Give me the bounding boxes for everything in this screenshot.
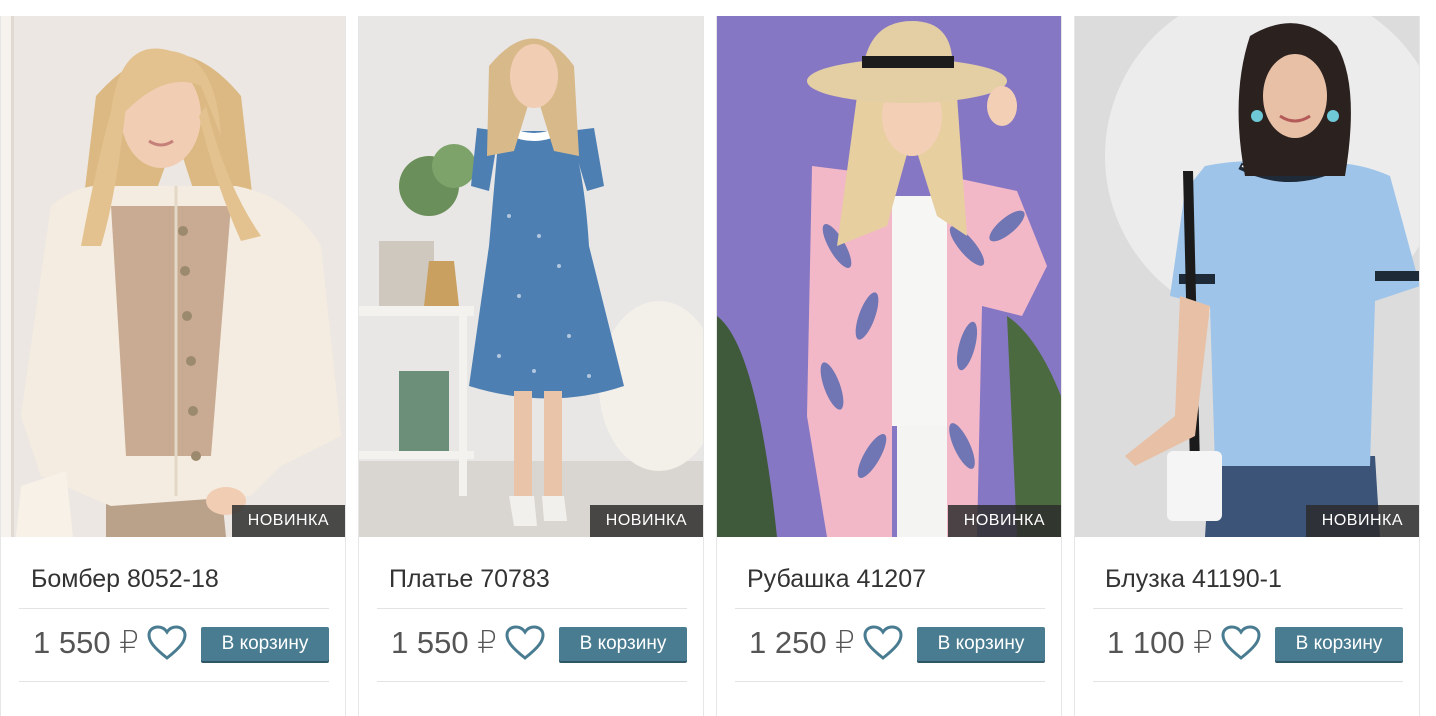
heart-outline-icon[interactable] [863,625,903,661]
product-card[interactable]: НОВИНКА Блузка 41190-1 1 100 ₽ В корзину [1074,16,1420,716]
add-to-cart-button[interactable]: В корзину [559,627,687,661]
new-badge: НОВИНКА [231,505,345,537]
product-price: 1 250 ₽ [749,625,855,660]
add-to-cart-button[interactable]: В корзину [201,627,329,661]
product-photo[interactable]: НОВИНКА [1,16,345,537]
add-to-cart-button[interactable]: В корзину [917,627,1045,661]
product-photo-illustration [359,16,703,537]
buy-row: 1 250 ₽ В корзину [735,609,1045,682]
product-card[interactable]: НОВИНКА Бомбер 8052-18 1 550 ₽ В корзину [0,16,346,716]
product-info: Бомбер 8052-18 1 550 ₽ В корзину [1,537,345,682]
new-badge: НОВИНКА [589,505,703,537]
heart-outline-icon[interactable] [147,625,187,661]
product-photo[interactable]: НОВИНКА [717,16,1061,537]
heart-outline-icon[interactable] [1221,625,1261,661]
add-to-cart-button[interactable]: В корзину [1275,627,1403,661]
product-title[interactable]: Бомбер 8052-18 [19,537,329,609]
product-photo[interactable]: НОВИНКА [1075,16,1419,537]
product-photo-illustration [1075,16,1419,537]
product-info: Рубашка 41207 1 250 ₽ В корзину [717,537,1061,682]
new-badge: НОВИНКА [947,505,1061,537]
product-info: Платье 70783 1 550 ₽ В корзину [359,537,703,682]
product-price: 1 550 ₽ [33,625,139,660]
product-title[interactable]: Рубашка 41207 [735,537,1045,609]
buy-row: 1 550 ₽ В корзину [19,609,329,682]
buy-row: 1 100 ₽ В корзину [1093,609,1403,682]
product-photo-illustration [1,16,345,537]
product-price: 1 100 ₽ [1107,625,1213,660]
product-card[interactable]: НОВИНКА Платье 70783 1 550 ₽ В корзину [358,16,704,716]
product-info: Блузка 41190-1 1 100 ₽ В корзину [1075,537,1419,682]
new-badge: НОВИНКА [1305,505,1419,537]
product-card[interactable]: НОВИНКА Рубашка 41207 1 250 ₽ В корзину [716,16,1062,716]
product-price: 1 550 ₽ [391,625,497,660]
product-title[interactable]: Платье 70783 [377,537,687,609]
product-photo-illustration [717,16,1061,537]
buy-row: 1 550 ₽ В корзину [377,609,687,682]
product-title[interactable]: Блузка 41190-1 [1093,537,1403,609]
product-photo[interactable]: НОВИНКА [359,16,703,537]
product-grid: НОВИНКА Бомбер 8052-18 1 550 ₽ В корзину [0,0,1436,716]
heart-outline-icon[interactable] [505,625,545,661]
